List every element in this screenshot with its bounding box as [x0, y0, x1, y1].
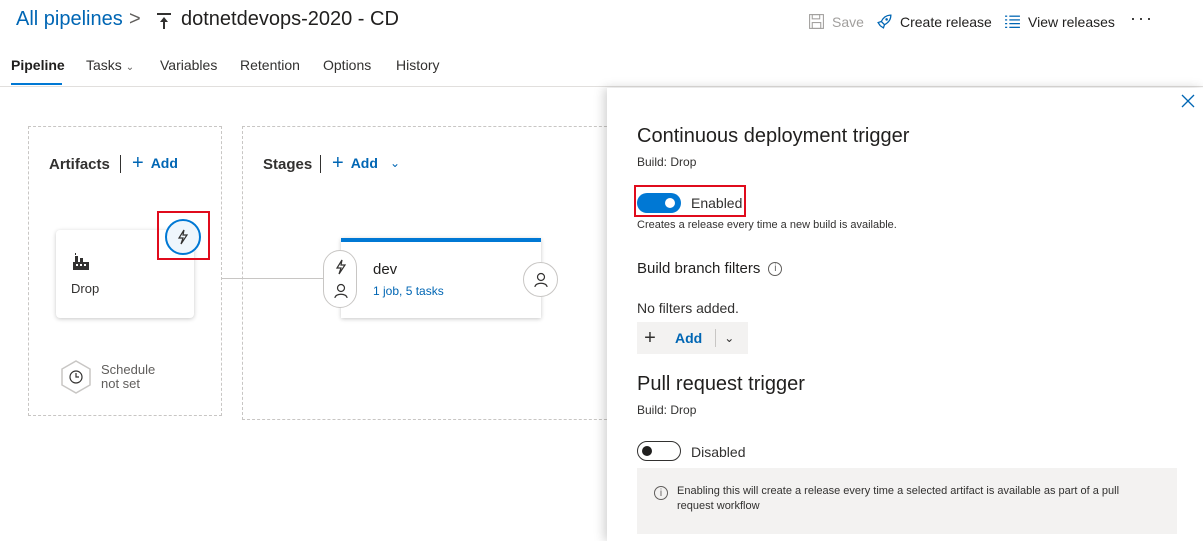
- tab-variables[interactable]: Variables: [160, 57, 217, 73]
- build-artifact-icon: [73, 253, 89, 270]
- tab-bar: Pipeline Tasks ⌄ Variables Retention Opt…: [0, 44, 1203, 87]
- save-button[interactable]: Save: [808, 13, 864, 30]
- release-pipeline-editor: All pipelines > dotnetdevops-2020 - CD S…: [0, 0, 1203, 541]
- tab-tasks[interactable]: Tasks ⌄: [86, 57, 134, 73]
- stage-name[interactable]: dev: [373, 261, 397, 278]
- page-title: dotnetdevops-2020 - CD: [181, 8, 399, 30]
- cd-trigger-build: Build: Drop: [637, 155, 697, 169]
- stages-title: Stages: [263, 156, 313, 173]
- pr-trigger-info-box: i Enabling this will create a release ev…: [637, 468, 1177, 534]
- tab-options[interactable]: Options: [323, 57, 371, 73]
- chevron-down-icon[interactable]: ⌄: [724, 331, 734, 345]
- breadcrumb-separator: >: [129, 8, 141, 30]
- split-divider: [715, 329, 717, 347]
- add-artifact-button[interactable]: + Add: [132, 152, 178, 174]
- trigger-highlight: [157, 211, 210, 260]
- release-pipeline-icon: [157, 13, 171, 29]
- plus-icon: +: [332, 152, 344, 174]
- view-releases-button[interactable]: View releases: [1004, 13, 1115, 30]
- pipeline-canvas: Artifacts + Add Drop Schedule not set St…: [0, 88, 622, 541]
- plus-icon: +: [644, 326, 656, 349]
- pre-deployment-conditions[interactable]: [323, 250, 357, 308]
- branch-filters-heading: Build branch filters i: [637, 260, 783, 277]
- page-header: All pipelines > dotnetdevops-2020 - CD S…: [0, 0, 1203, 44]
- toggle-highlight: [634, 185, 746, 217]
- trigger-settings-panel: Continuous deployment trigger Build: Dro…: [607, 88, 1203, 541]
- save-label: Save: [832, 13, 864, 30]
- info-icon[interactable]: i: [768, 261, 783, 276]
- create-release-label: Create release: [900, 13, 992, 30]
- view-releases-label: View releases: [1028, 13, 1115, 30]
- save-icon: [809, 14, 824, 29]
- add-artifact-label: Add: [150, 155, 178, 171]
- lightning-icon: [335, 259, 347, 275]
- toggle-knob: [642, 446, 652, 456]
- more-actions-button[interactable]: ···: [1130, 8, 1154, 29]
- tab-pipeline[interactable]: Pipeline: [11, 57, 65, 73]
- cd-trigger-description: Creates a release every time a new build…: [637, 219, 897, 231]
- create-release-button[interactable]: Create release: [876, 13, 992, 30]
- chevron-down-icon: ⌄: [125, 62, 135, 73]
- branch-filters-title: Build branch filters: [637, 260, 761, 277]
- no-filters-text: No filters added.: [637, 300, 739, 316]
- tab-retention[interactable]: Retention: [240, 57, 300, 73]
- add-filter-label: Add: [675, 330, 703, 346]
- pr-trigger-build: Build: Drop: [637, 403, 697, 417]
- stage-tasks-link[interactable]: 1 job, 5 tasks: [373, 284, 444, 298]
- pr-trigger-info-text: Enabling this will create a release ever…: [677, 485, 1120, 512]
- add-stage-label: Add: [350, 155, 378, 171]
- artifact-name: Drop: [71, 281, 100, 296]
- add-stage-button[interactable]: + Add: [332, 152, 378, 174]
- pr-trigger-title: Pull request trigger: [637, 373, 805, 395]
- close-icon[interactable]: [1181, 94, 1195, 108]
- person-icon: [533, 272, 548, 287]
- pr-trigger-toggle[interactable]: [637, 441, 681, 461]
- person-icon: [334, 283, 348, 299]
- info-icon: i: [654, 486, 668, 500]
- list-icon: [1005, 15, 1020, 28]
- breadcrumb-all-pipelines[interactable]: All pipelines: [16, 8, 123, 31]
- artifacts-title: Artifacts: [49, 156, 110, 173]
- rocket-icon: [877, 14, 892, 29]
- schedule-icon[interactable]: [60, 360, 92, 394]
- chevron-down-icon[interactable]: ⌄: [390, 156, 400, 170]
- add-branch-filter-button[interactable]: + Add ⌄: [637, 322, 748, 354]
- cd-trigger-title: Continuous deployment trigger: [637, 125, 910, 147]
- pr-trigger-toggle-label: Disabled: [691, 444, 746, 460]
- artifacts-divider: [120, 155, 121, 173]
- schedule-status: Schedule not set: [101, 362, 156, 391]
- stage-card-dev[interactable]: [341, 238, 541, 318]
- tab-history[interactable]: History: [396, 57, 440, 73]
- plus-icon: +: [132, 152, 144, 174]
- tab-tasks-label: Tasks: [86, 57, 122, 73]
- post-deployment-conditions[interactable]: [523, 262, 558, 297]
- stages-divider: [320, 155, 321, 173]
- active-tab-indicator: [11, 83, 62, 85]
